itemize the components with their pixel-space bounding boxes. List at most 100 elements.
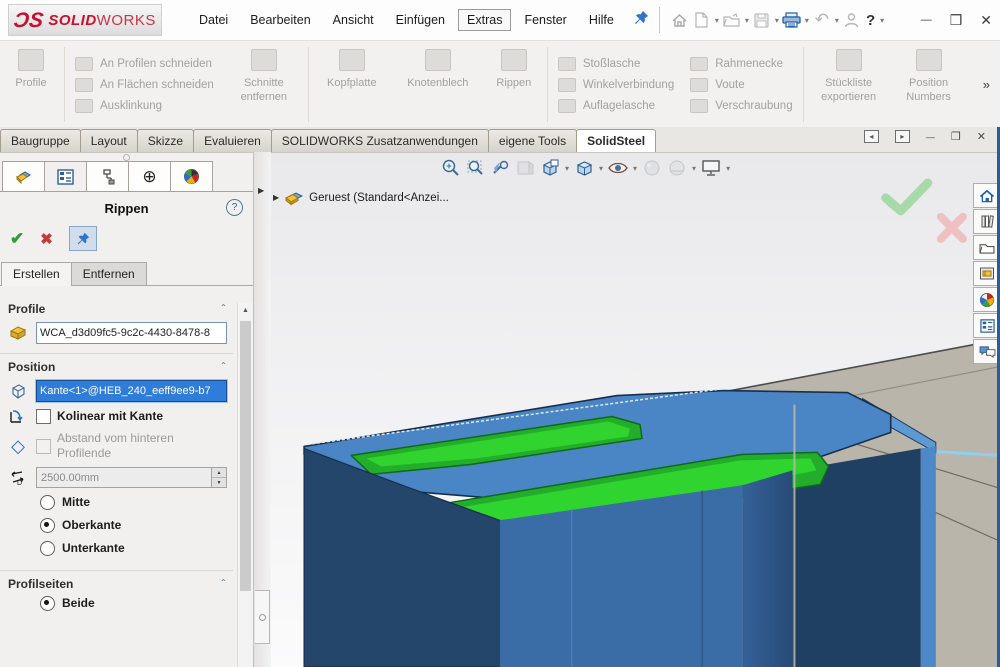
view-orientation-icon[interactable] [539,157,561,179]
hide-show-items-icon[interactable] [607,157,629,179]
radio-oberkante[interactable] [40,518,55,533]
tab-feature-manager[interactable] [2,161,45,191]
tab-evaluieren[interactable]: Evaluieren [193,129,272,152]
undo-caret-icon[interactable]: ▾ [835,16,839,25]
ribbon-cut-profiles-button[interactable]: An Profilen schneiden [75,57,214,71]
collapse-icon[interactable]: ˆ [222,362,225,373]
taskpane-design-library-tab[interactable] [973,209,1000,234]
distance-value-field[interactable]: 2500.00mm ▲ ▼ [36,467,227,488]
radio-unterkante[interactable] [40,541,55,556]
scrollbar-thumb[interactable] [240,321,251,591]
graphics-viewport[interactable]: ▾ ▾ ▾ ▾ ▾ ▶ Geruest (Standard<Anzei... [271,152,1000,667]
flyout-arrow-icon[interactable]: ▶ [258,186,264,195]
view-settings-icon[interactable] [700,157,722,179]
ribbon-stosslasche-button[interactable]: Stoßlasche [558,57,674,71]
ribbon-verschraubung-button[interactable]: Verschraubung [690,99,792,113]
ribbon-stueckliste-button[interactable]: Stückliste exportieren [806,41,892,128]
profile-id-field[interactable]: WCA_d3d09fc5-9c2c-4430-8478-8 [36,322,227,344]
cancel-button[interactable]: ✖ [40,230,53,248]
keep-visible-pin-button[interactable] [69,226,97,251]
tab-skizze[interactable]: Skizze [137,129,194,152]
home-icon[interactable] [670,10,690,30]
taskpane-home-tab[interactable] [973,183,1000,208]
maximize-button[interactable]: ❒ [950,12,963,29]
help-icon[interactable]: ? [866,12,875,29]
taskpane-design-binder-tab[interactable] [973,261,1000,286]
radio-beide-row[interactable]: Beide [0,594,233,615]
menu-hilfe[interactable]: Hilfe [580,9,623,31]
section-profilseiten-header[interactable]: Profilseiten ˆ [0,571,233,594]
view-settings-caret-icon[interactable]: ▾ [726,164,730,173]
ribbon-rahmenecke-button[interactable]: Rahmenecke [690,57,792,71]
pin-menu-icon[interactable] [633,10,649,31]
panel-help-icon[interactable]: ? [226,199,243,216]
apply-scene-icon[interactable] [666,157,688,179]
previous-view-icon[interactable] [489,157,511,179]
distance-spinner[interactable]: ▲ ▼ [211,468,226,487]
tab-zusatzanwendungen[interactable]: SOLIDWORKS Zusatzanwendungen [271,129,489,152]
mode-tab-entfernen[interactable]: Entfernen [71,262,147,285]
scene-caret-icon[interactable]: ▾ [692,164,696,173]
taskpane-forum-tab[interactable] [973,339,1000,364]
open-icon[interactable] [722,10,742,30]
scroll-up-icon[interactable]: ▲ [238,303,253,317]
ribbon-notch-button[interactable]: Ausklinkung [75,99,214,113]
user-icon[interactable] [842,10,862,30]
steel-structure-3d-model[interactable] [271,153,1000,667]
orientation-caret-icon[interactable]: ▾ [565,164,569,173]
tab-solidsteel[interactable]: SolidSteel [576,129,656,152]
collapse-icon[interactable]: ˆ [222,304,225,315]
minimize-button[interactable]: — [921,14,932,26]
hide-show-caret-icon[interactable]: ▾ [633,164,637,173]
help-caret-icon[interactable]: ▾ [880,16,884,25]
taskpane-file-explorer-tab[interactable] [973,235,1000,260]
radio-oberkante-row[interactable]: Oberkante [0,514,233,537]
doc-close-button[interactable]: ✕ [977,130,986,143]
doc-restore-button[interactable]: ❒ [951,130,961,143]
panel-resize-handle[interactable] [0,153,253,161]
save-caret-icon[interactable]: ▾ [775,16,779,25]
edge-selection-field[interactable]: Kante<1>@HEB_240_eeff9ee9-b7 [36,380,227,402]
save-icon[interactable] [752,10,772,30]
tab-layout[interactable]: Layout [80,129,138,152]
panel-splitter[interactable]: ▶ [253,152,271,667]
ribbon-kopfplatte-button[interactable]: Kopfplatte [311,41,393,128]
tab-property-manager[interactable] [44,161,87,191]
display-style-icon[interactable] [573,157,595,179]
taskpane-custom-properties-tab[interactable] [973,313,1000,338]
radio-mitte[interactable] [40,495,55,510]
ribbon-auflagelasche-button[interactable]: Auflagelasche [558,99,674,113]
taskpane-solidworks-resources-tab[interactable] [973,287,1000,312]
panel-scrollbar[interactable]: ▲ [237,303,253,667]
zoom-fit-icon[interactable] [439,157,461,179]
spin-down-icon[interactable]: ▼ [212,478,226,487]
ribbon-overflow-button[interactable]: » [983,77,990,92]
display-style-caret-icon[interactable]: ▾ [599,164,603,173]
print-icon[interactable] [782,10,802,30]
ribbon-voute-button[interactable]: Voute [690,78,792,92]
tab-configuration-manager[interactable] [86,161,129,191]
radio-unterkante-row[interactable]: Unterkante [0,537,233,560]
edit-appearance-icon[interactable] [641,157,663,179]
ribbon-knotenblech-button[interactable]: Knotenblech [393,41,483,128]
print-caret-icon[interactable]: ▾ [805,16,809,25]
tab-eigene-tools[interactable]: eigene Tools [488,129,577,152]
menu-extras[interactable]: Extras [458,9,511,31]
menu-einfuegen[interactable]: Einfügen [387,9,454,31]
section-profile-header[interactable]: Profile ˆ [0,290,233,319]
radio-mitte-row[interactable]: Mitte [0,491,233,514]
ribbon-rippen-button[interactable]: Rippen [483,41,545,128]
mode-tab-erstellen[interactable]: Erstellen [1,262,72,286]
tree-item-geruest[interactable]: Geruest (Standard<Anzei... [309,192,449,204]
menu-ansicht[interactable]: Ansicht [324,9,383,31]
zoom-area-icon[interactable] [464,157,486,179]
doc-previous-window-button[interactable]: ◂ [864,130,879,143]
tree-expand-icon[interactable]: ▶ [273,193,279,202]
tab-display-manager[interactable] [170,161,213,191]
ribbon-profile-button[interactable]: Profile [0,41,62,128]
tab-dimxpert-manager[interactable]: ⊕ [128,161,171,191]
splitter-collapse-handle[interactable] [255,590,270,644]
section-position-header[interactable]: Position ˆ [0,354,233,377]
ribbon-winkelverbindung-button[interactable]: Winkelverbindung [558,78,674,92]
close-button[interactable]: ✕ [980,12,992,29]
